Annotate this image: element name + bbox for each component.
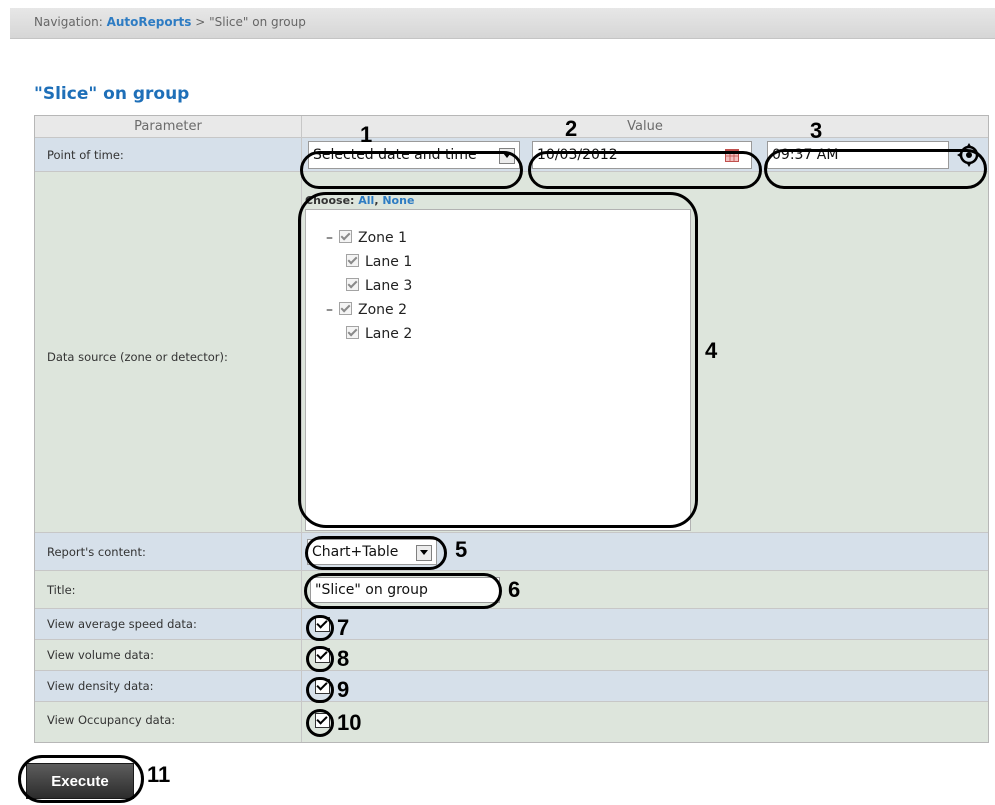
annotation-oval-3 bbox=[764, 149, 987, 189]
callout-7: 7 bbox=[337, 615, 350, 640]
row-report-content-label-cell: Report's content: bbox=[35, 533, 302, 571]
row-data-source-label-cell: Data source (zone or detector): bbox=[35, 172, 302, 533]
occupancy-label: View Occupancy data: bbox=[47, 713, 176, 727]
callout-10: 10 bbox=[337, 710, 362, 735]
density-label: View density data: bbox=[47, 679, 154, 693]
row-volume-value-cell bbox=[302, 640, 988, 671]
row-occupancy-value-cell bbox=[302, 702, 988, 742]
row-density-value-cell bbox=[302, 671, 988, 702]
row-volume-label-cell: View volume data: bbox=[35, 640, 302, 671]
row-avg-speed-value-cell bbox=[302, 609, 988, 640]
callout-6: 6 bbox=[508, 577, 521, 602]
annotation-oval-8 bbox=[306, 646, 334, 672]
row-avg-speed-label-cell: View average speed data: bbox=[35, 609, 302, 640]
callout-8: 8 bbox=[337, 646, 350, 671]
callout-1: 1 bbox=[360, 122, 373, 147]
annotation-oval-10 bbox=[306, 709, 334, 737]
point-of-time-label: Point of time: bbox=[47, 148, 124, 162]
annotation-oval-5 bbox=[305, 536, 447, 570]
callout-11: 11 bbox=[147, 762, 171, 787]
header-parameter: Parameter bbox=[35, 116, 302, 138]
avg-speed-label: View average speed data: bbox=[47, 617, 197, 631]
annotation-oval-2 bbox=[528, 151, 762, 189]
title-label: Title: bbox=[47, 583, 76, 597]
row-density-label-cell: View density data: bbox=[35, 671, 302, 702]
callout-2: 2 bbox=[565, 116, 578, 141]
annotation-oval-4 bbox=[298, 192, 698, 528]
row-occupancy-label-cell: View Occupancy data: bbox=[35, 702, 302, 742]
annotation-oval-9 bbox=[306, 677, 334, 703]
breadcrumb-prefix: Navigation: bbox=[34, 15, 107, 29]
callout-9: 9 bbox=[337, 677, 350, 702]
annotation-oval-7 bbox=[306, 615, 334, 641]
annotation-oval-11 bbox=[18, 755, 144, 803]
annotation-oval-1 bbox=[300, 151, 523, 189]
data-source-label: Data source (zone or detector): bbox=[47, 350, 228, 364]
callout-3: 3 bbox=[810, 118, 823, 143]
volume-label: View volume data: bbox=[47, 648, 154, 662]
report-content-label: Report's content: bbox=[47, 545, 146, 559]
breadcrumb-link-autoreports[interactable]: AutoReports bbox=[107, 15, 192, 29]
breadcrumb: Navigation: AutoReports > "Slice" on gro… bbox=[34, 15, 306, 29]
breadcrumb-current: "Slice" on group bbox=[209, 15, 306, 29]
page-title: "Slice" on group bbox=[34, 84, 190, 104]
header-value: Value bbox=[302, 116, 988, 138]
row-title-label-cell: Title: bbox=[35, 571, 302, 609]
callout-4: 4 bbox=[705, 338, 718, 363]
annotation-oval-6 bbox=[304, 573, 502, 609]
navigation-bar: Navigation: AutoReports > "Slice" on gro… bbox=[10, 8, 995, 39]
breadcrumb-separator: > bbox=[191, 15, 210, 29]
callout-5: 5 bbox=[455, 537, 468, 562]
row-point-of-time-label-cell: Point of time: bbox=[35, 138, 302, 172]
